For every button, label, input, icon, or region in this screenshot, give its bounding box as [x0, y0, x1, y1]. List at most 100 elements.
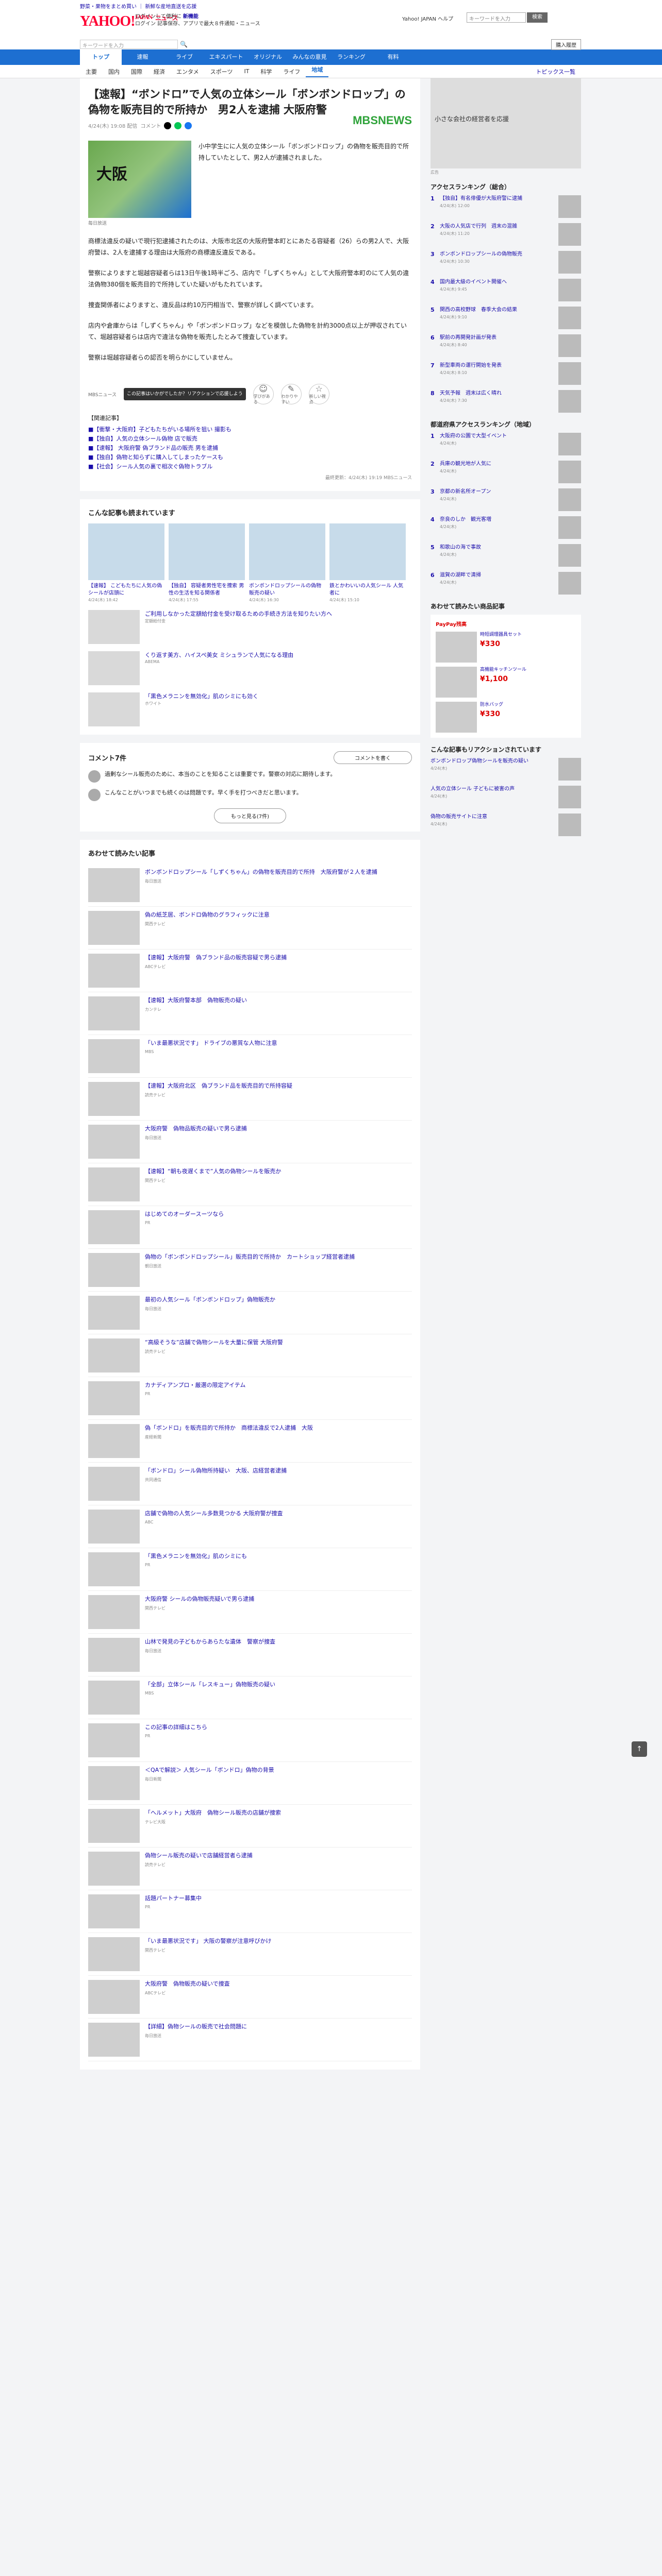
scroll-top-button[interactable]: ↑	[632, 1741, 647, 1757]
local-ranking-item[interactable]: 2 兵庫の観光地が人気に 4/24(木)	[431, 461, 581, 483]
related-link[interactable]: ■【衝撃・大阪府】子どもたちがいる場所を狙い 撮影も	[88, 425, 412, 434]
category-tab[interactable]: 国内	[103, 67, 125, 76]
recommend-item[interactable]: 大阪府警 偽物販売の疑いで捜査 ABCテレビ	[88, 1976, 412, 2019]
recommend-item[interactable]: 【速報】大阪府警 偽ブランド品の販売容疑で男ら逮捕 ABCテレビ	[88, 950, 412, 992]
recommend-item[interactable]: 「黒色メラニンを無効化」肌のシミにも PR	[88, 1548, 412, 1591]
recommend-item[interactable]: 最初の人気シール「ボンボンドロップ」偽物販売か 毎日放送	[88, 1292, 412, 1334]
more-comments-button[interactable]: もっと見る(7件)	[214, 808, 286, 823]
local-ranking-item[interactable]: 6 滋賀の湖畔で清掃 4/24(木)	[431, 572, 581, 595]
header-search-button[interactable]: 検索	[527, 12, 548, 23]
recommend-item[interactable]: 山林で発見の子どもからあらたな遺体 警察が捜査 毎日放送	[88, 1634, 412, 1676]
recommend-item[interactable]: ＜QAで解説＞ 人気シール「ボンドロ」偽物の背景 毎日新聞	[88, 1762, 412, 1805]
recommend-item[interactable]: 偽の紙芝居、ボンドロ偽物のグラフィックに注意 関西テレビ	[88, 907, 412, 950]
recommend-item[interactable]: 【速報】大阪府北区 偽ブランド品を販売目的で所持容疑 読売テレビ	[88, 1078, 412, 1121]
local-ranking-item[interactable]: 3 京都の新名所オープン 4/24(木)	[431, 488, 581, 511]
local-ranking-item[interactable]: 4 奈良のしか 観光客増 4/24(木)	[431, 516, 581, 539]
category-tab[interactable]: 経済	[148, 67, 171, 76]
recommend-item[interactable]: カナディアンプロ・厳選の限定アイテム PR	[88, 1377, 412, 1420]
ranking-item[interactable]: 8 天気予報 週末は広く晴れ 4/24(木) 7:30	[431, 390, 581, 413]
reaction-item[interactable]: 人気の立体シール 子どもに被害の声 4/24(木)	[431, 786, 581, 808]
category-tab[interactable]: エンタメ	[171, 67, 205, 76]
category-tab[interactable]: 地域	[306, 65, 329, 77]
reaction-button[interactable]: ✎ わかりやすい	[280, 384, 302, 404]
ranking-item[interactable]: 6 駅前の再開発計画が発表 4/24(木) 8:40	[431, 334, 581, 357]
recommend-item[interactable]: 【速報】大阪府警本部 偽物販売の疑い カンテレ	[88, 992, 412, 1035]
local-ranking-item[interactable]: 1 大阪府の公園で大型イベント 4/24(木)	[431, 433, 581, 455]
header-promo[interactable]: ログインして便利に 新機能 ログイン 記事保存、アプリで最大８件通知・ニュース	[135, 13, 260, 28]
also-read-item[interactable]: 【独自】 容疑者男性宅を捜索 男性の生活を知る関係者 4/24(木) 17:55	[169, 523, 245, 603]
recommend-item[interactable]: 偽物の「ボンボンドロップシール」販売目的で所持か カートショップ経営者逮捕 朝日放…	[88, 1249, 412, 1292]
category-tab[interactable]: ライフ	[277, 67, 306, 76]
recommend-item[interactable]: はじめてのオーダースーツなら PR	[88, 1206, 412, 1249]
promo-item[interactable]: ご利用しなかった定額給付金を受け取るための手続き方法を知りたい方へ 定額給付金	[88, 610, 412, 644]
nav-item[interactable]: トップ	[80, 49, 122, 65]
related-link[interactable]: ■【独自】人気の立体シール偽物 店で販売	[88, 434, 412, 444]
recommend-item[interactable]: ボンボンドロップシール「しずくちゃん」の偽物を販売目的で所持 大阪府警が２人を逮…	[88, 864, 412, 907]
login-button[interactable]: 購入履歴	[551, 39, 581, 50]
topbar[interactable]: 野菜・果物をまとめ買い ｜ 新鮮な産地直送を応援	[0, 0, 662, 10]
ranking-item[interactable]: 5 関西の高校野球 春季大会の結果 4/24(木) 9:10	[431, 307, 581, 329]
recommend-item[interactable]: 「ヘルメット」大阪府 偽物シール販売の店舗が捜索 テレビ大阪	[88, 1805, 412, 1848]
ranking-item[interactable]: 4 国内最大級のイベント開催へ 4/24(木) 9:45	[431, 279, 581, 301]
recommend-item[interactable]: 「全部」立体シール「レスキュー」偽物販売の疑い MBS	[88, 1676, 412, 1719]
nav-item[interactable]: 有料	[372, 49, 414, 65]
recommend-item[interactable]: 偽物シール販売の疑いで店舗経営者ら逮捕 読売テレビ	[88, 1848, 412, 1890]
line-share-icon[interactable]	[174, 122, 182, 129]
promo-item[interactable]: 「黒色メラニンを無効化」肌のシミにも効く ホワイト	[88, 692, 412, 726]
product-item[interactable]: 防水バッグ ¥330	[436, 702, 576, 733]
recommend-item[interactable]: “高級そうな”店舗で偽物シールを大量に保管 大阪府警 読売テレビ	[88, 1334, 412, 1377]
recommend-item[interactable]: 【速報】“朝も夜遅くまで”人気の偽物シールを販売か 関西テレビ	[88, 1163, 412, 1206]
product-item[interactable]: 高機能キッチンツール ¥1,100	[436, 667, 576, 698]
provider-logo[interactable]: MBSNEWS	[353, 114, 412, 127]
recommend-item[interactable]: 「いま最悪状況です」 大阪の警察が注意呼びかけ 関西テレビ	[88, 1933, 412, 1976]
ranking-item[interactable]: 1 【独自】有名俳優が大阪府警に逮捕 4/24(木) 12:00	[431, 195, 581, 218]
also-read-item[interactable]: 【速報】 こどもたちに人気の偽シールが店頭に 4/24(木) 18:42	[88, 523, 164, 603]
comment-link[interactable]: コメント	[140, 122, 161, 129]
recommend-item[interactable]: 大阪府警 偽物品販売の疑いで男ら逮捕 毎日放送	[88, 1121, 412, 1163]
reaction-item[interactable]: ボンボンドロップ偽物シールを販売の疑い 4/24(木)	[431, 758, 581, 781]
recommend-item[interactable]: 大阪府警 シールの偽物販売疑いで男ら逮捕 関西テレビ	[88, 1591, 412, 1634]
search-icon[interactable]: 🔍	[180, 41, 188, 48]
local-ranking-item[interactable]: 5 和歌山の海で事故 4/24(木)	[431, 544, 581, 567]
topics-link[interactable]: トピックス一覧	[530, 67, 581, 76]
category-tab[interactable]: スポーツ	[205, 67, 239, 76]
ranking-item[interactable]: 2 大阪の人気店で行列 週末の混雑 4/24(木) 11:20	[431, 223, 581, 246]
facebook-share-icon[interactable]	[185, 122, 192, 129]
sidebar-ad[interactable]: 小さな会社の経営者を応援	[431, 78, 581, 168]
category-tab[interactable]: 科学	[255, 67, 277, 76]
category-tab[interactable]: 主要	[80, 67, 103, 76]
reaction-item[interactable]: 偽物の販売サイトに注意 4/24(木)	[431, 814, 581, 836]
reaction-button[interactable]: ☆ 新しい視点	[308, 384, 329, 404]
recommend-item[interactable]: 「ボンドロ」シール偽物所持疑い 大阪、店経営者逮捕 共同通信	[88, 1463, 412, 1505]
ranking-item[interactable]: 7 新型車両の運行開始を発表 4/24(木) 8:10	[431, 362, 581, 385]
reaction-button[interactable]: ☺ 学びがある	[253, 384, 274, 404]
nav-item[interactable]: ライブ	[163, 49, 205, 65]
write-comment-button[interactable]: コメントを書く	[334, 751, 412, 764]
recommend-item[interactable]: 偽「ボンドロ」を販売目的で所持か 商標法違反で2人逮捕 大阪 産経新聞	[88, 1420, 412, 1463]
nav-item[interactable]: エキスパート	[205, 49, 247, 65]
related-link[interactable]: ■【社会】シール人気の裏で相次ぐ偽物トラブル	[88, 462, 412, 471]
also-read-item[interactable]: 鉄とかわいいの人気シール 人気者に 4/24(木) 15:10	[329, 523, 406, 603]
header-links[interactable]: Yahoo! JAPAN ヘルプ	[402, 14, 453, 22]
nav-item[interactable]: 速報	[122, 49, 163, 65]
category-tab[interactable]: 国際	[125, 67, 148, 76]
recommend-item[interactable]: 【詳細】偽物シールの販売で社会問題に 毎日放送	[88, 2019, 412, 2061]
nav-item[interactable]: みんなの意見	[289, 49, 330, 65]
recommend-item[interactable]: この記事の詳細はこちら PR	[88, 1719, 412, 1762]
related-link[interactable]: ■【速報】 大阪府警 偽ブランド品の販売 男を逮捕	[88, 444, 412, 453]
related-link[interactable]: ■【独自】偽物と知らずに購入してしまったケースも	[88, 453, 412, 462]
also-read-item[interactable]: ボンボンドロップシールの偽物 販売の疑い 4/24(木) 16:30	[249, 523, 325, 603]
nav-item[interactable]: ランキング	[330, 49, 372, 65]
ranking-item[interactable]: 3 ボンボンドロップシールの偽物販売 4/24(木) 10:30	[431, 251, 581, 274]
article-image[interactable]: 大阪	[88, 141, 191, 218]
recommend-item[interactable]: 店舗で偽物の人気シール多数見つかる 大阪府警が捜査 ABC	[88, 1505, 412, 1548]
promo-item[interactable]: くり返す美方、ハイスペ美女 ミシュランで人気になる理由 ABEMA	[88, 651, 412, 685]
product-item[interactable]: 時短調理器具セット ¥330	[436, 632, 576, 663]
x-share-icon[interactable]	[164, 122, 172, 129]
news-search-input[interactable]: キーワードを入力	[80, 40, 178, 49]
header-search-input[interactable]: キーワードを入力	[467, 12, 526, 23]
nav-item[interactable]: オリジナル	[247, 49, 289, 65]
recommend-item[interactable]: 話題パートナー募集中 PR	[88, 1890, 412, 1933]
category-tab[interactable]: IT	[238, 68, 255, 75]
recommend-item[interactable]: 「いま最悪状況です」 ドライブの悪質な人物に注意 MBS	[88, 1035, 412, 1078]
